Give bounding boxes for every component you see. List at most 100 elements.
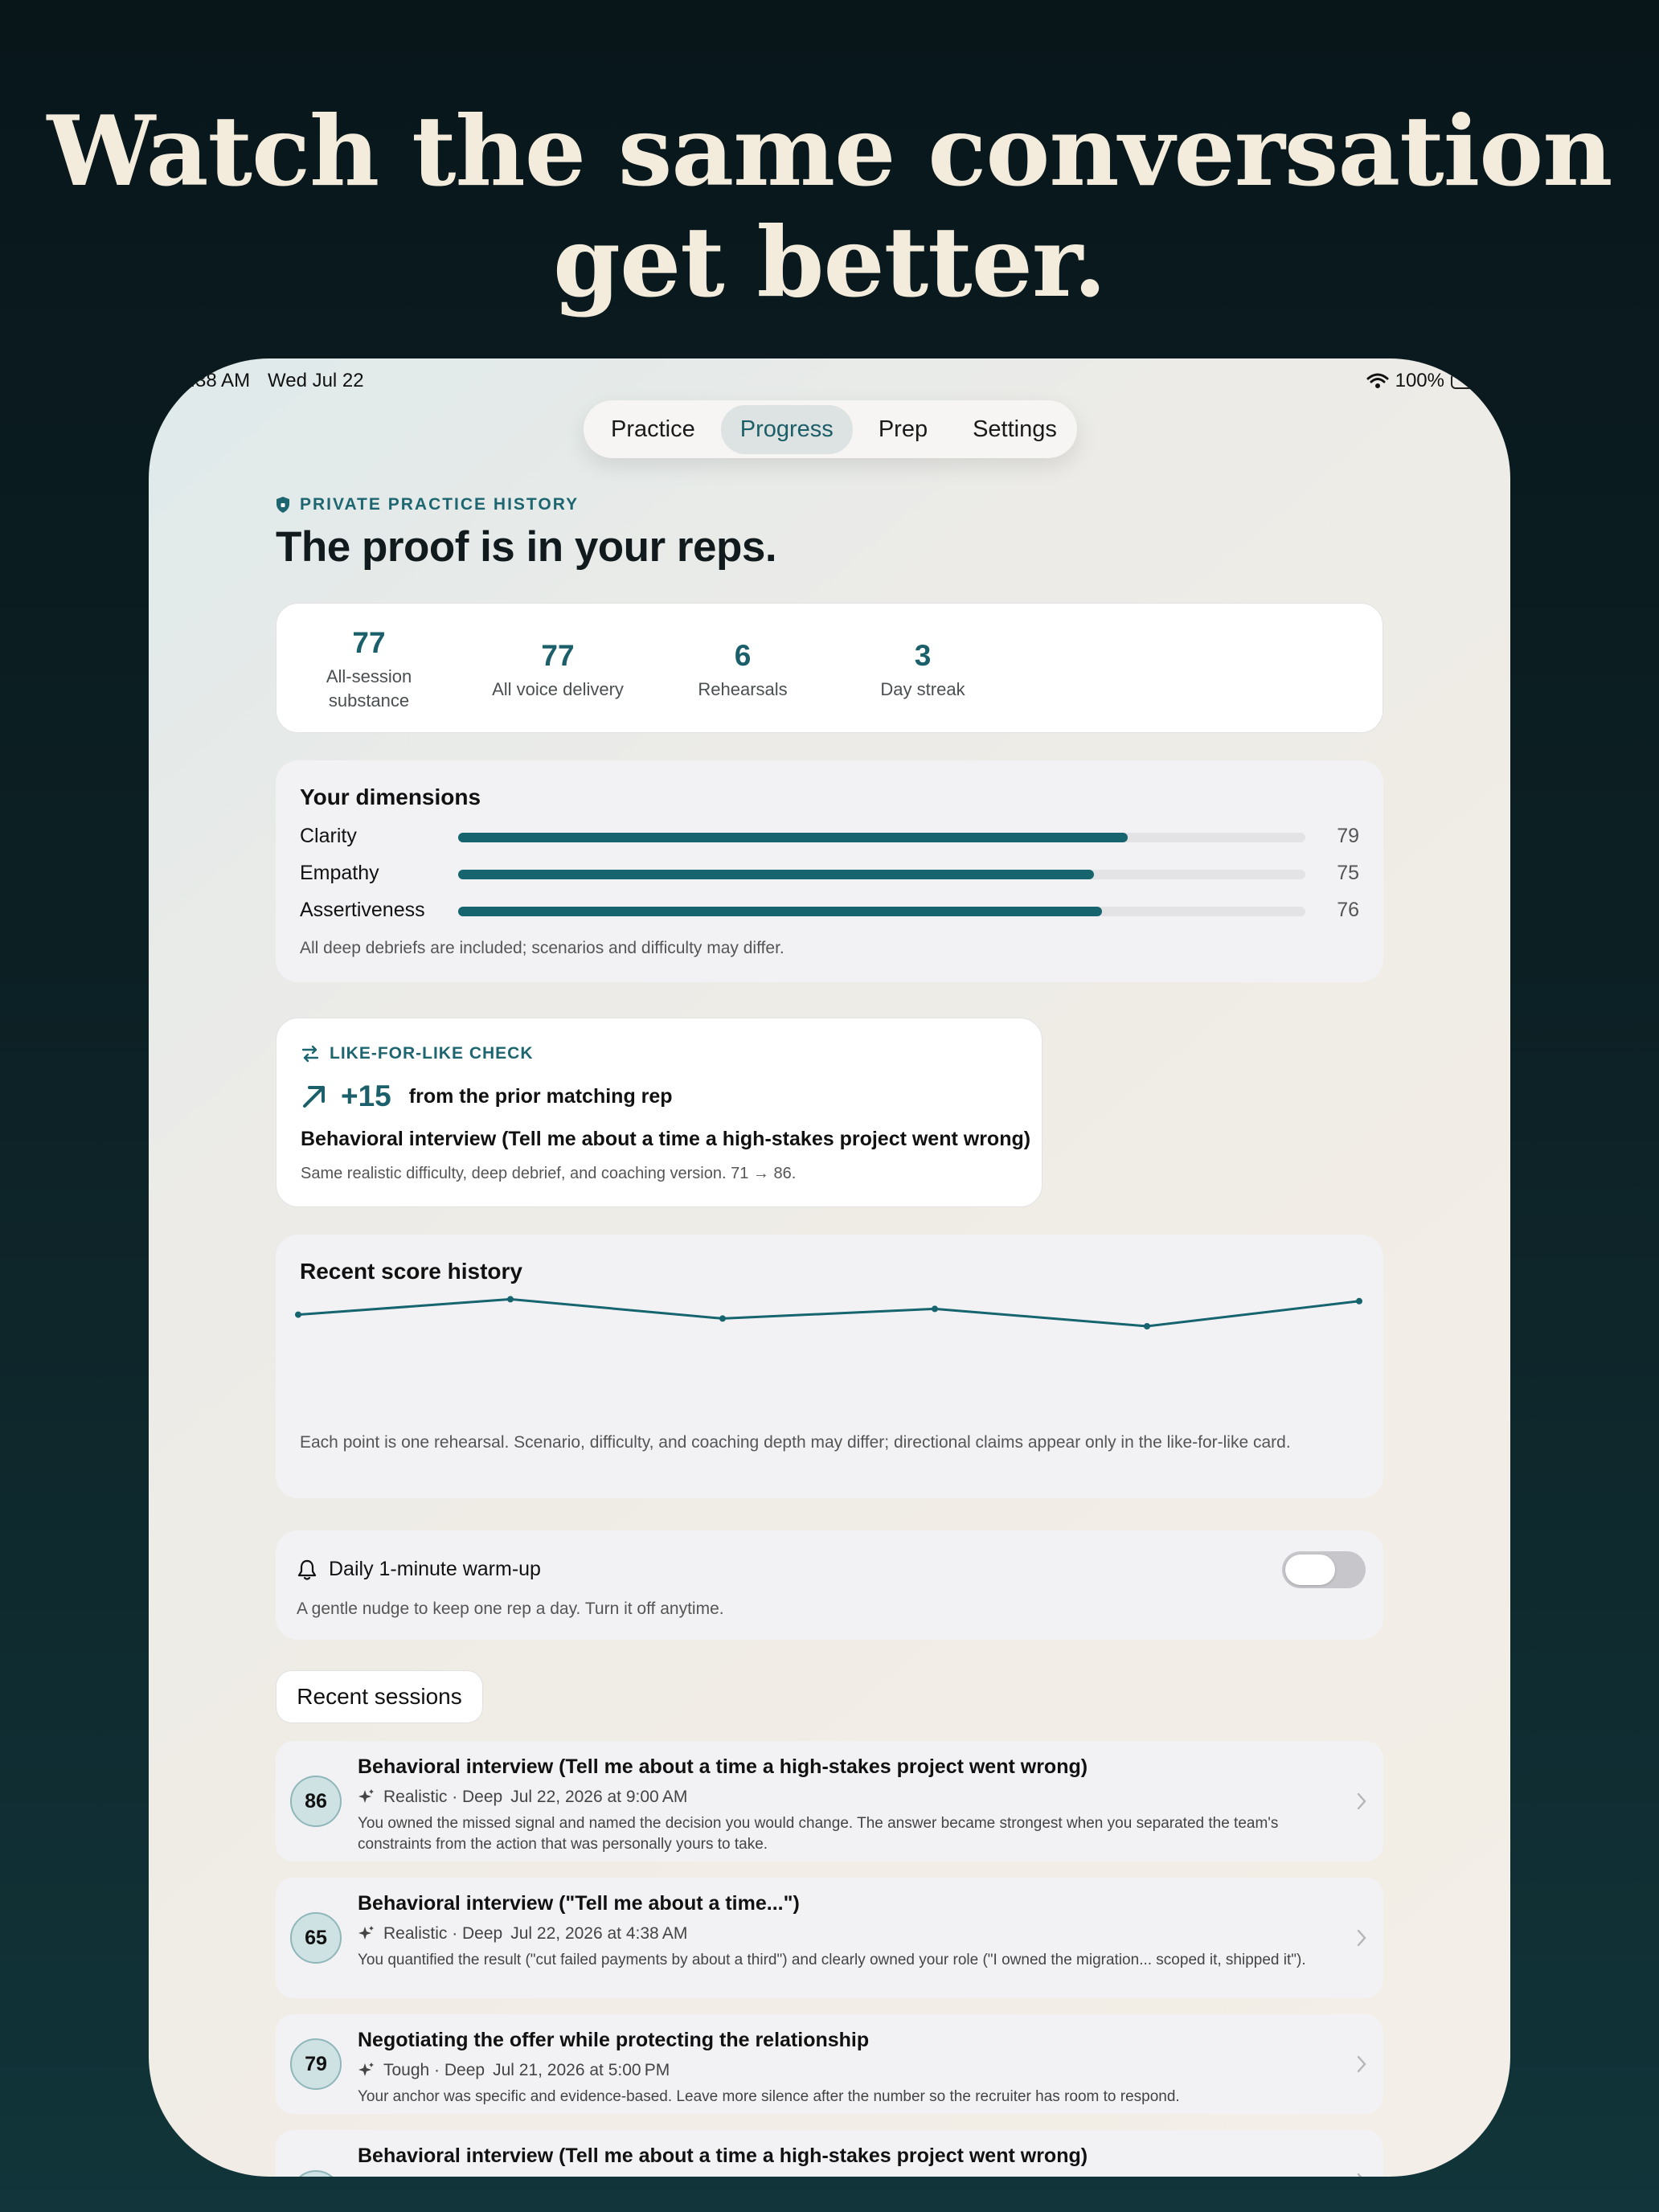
- bell-icon: [297, 1559, 317, 1580]
- stat-rehearsals: 6 Rehearsals: [678, 639, 807, 702]
- dimension-row-assertiveness: Assertiveness 76: [300, 895, 1359, 928]
- chevron-right-icon: [1357, 2173, 1362, 2177]
- dimension-track: [458, 907, 1305, 916]
- score-history-chart: [295, 1296, 1362, 1329]
- warmup-title: Daily 1-minute warm-up: [297, 1558, 541, 1581]
- session-summary: Your anchor was specific and evidence-ba…: [358, 2088, 1180, 2105]
- score-point-2: [507, 1296, 514, 1303]
- session-title: Negotiating the offer while protecting t…: [358, 2029, 870, 2051]
- dimension-fill: [458, 833, 1128, 842]
- stat-voice-delivery: 77 All voice delivery: [477, 639, 638, 702]
- wifi-icon: [1366, 373, 1389, 389]
- session-row[interactable]: 79 Negotiating the offer while protectin…: [276, 2014, 1383, 2114]
- stat-value: 77: [541, 639, 575, 672]
- score-point-6: [1356, 1297, 1362, 1305]
- dimensions-note: All deep debriefs are included; scenario…: [300, 939, 784, 957]
- recent-sessions-header: Recent sessions: [276, 1670, 483, 1723]
- session-meta: Realistic · Deep Jul 22, 2026 at 4:38 AM: [358, 1924, 687, 1944]
- score-badge: 86: [290, 1776, 342, 1827]
- dimension-name: Clarity: [300, 825, 357, 847]
- dimension-value: 75: [1337, 862, 1359, 884]
- headline-line-2: get better.: [553, 206, 1107, 319]
- like-for-like-delta: +15 from the prior matching rep: [301, 1079, 673, 1113]
- score-point-1: [295, 1311, 301, 1318]
- status-date: Wed Jul 22: [268, 370, 364, 391]
- stat-value: 77: [352, 626, 386, 659]
- dimension-value: 76: [1337, 899, 1359, 921]
- delta-value: +15: [341, 1079, 391, 1112]
- tablet-screen: 4:38 AM Wed Jul 22 100% Practice Progres…: [149, 358, 1510, 2177]
- session-title: Behavioral interview ("Tell me about a t…: [358, 1892, 800, 1915]
- marketing-headline: Watch the same conversation get better.: [0, 96, 1659, 318]
- warmup-title-text: Daily 1-minute warm-up: [329, 1558, 541, 1580]
- stat-value: 3: [914, 639, 932, 672]
- stat-day-streak: 3 Day streak: [858, 639, 987, 702]
- session-title: Behavioral interview (Tell me about a ti…: [358, 2144, 1088, 2167]
- session-summary: You owned the missed signal and named th…: [358, 1815, 1279, 1853]
- session-row[interactable]: 86 Behavioral interview (Tell me about a…: [276, 1741, 1383, 1862]
- like-for-like-note: Same realistic difficulty, deep debrief,…: [301, 1165, 797, 1182]
- progress-content: PRIVATE PRACTICE HISTORY The proof is in…: [276, 495, 1383, 2177]
- score-point-4: [932, 1305, 938, 1313]
- dimension-fill: [458, 870, 1094, 879]
- shield-icon: [276, 497, 289, 513]
- tab-progress[interactable]: Progress: [720, 404, 853, 454]
- stat-label: Rehearsals: [698, 679, 788, 699]
- dimensions-card: Your dimensions Clarity 79 Empathy 75 As…: [276, 760, 1383, 982]
- session-meta: Tough · Deep Jul 21, 2026 at 5:00 PM: [358, 2061, 670, 2080]
- toggle-knob: [1285, 1555, 1335, 1585]
- score-history-card: Recent score history Each point is one r…: [276, 1235, 1383, 1498]
- status-time: 4:38 AM: [179, 370, 251, 391]
- like-for-like-eyebrow-text: LIKE-FOR-LIKE CHECK: [330, 1044, 534, 1063]
- dimension-value: 79: [1337, 825, 1359, 847]
- tab-practice[interactable]: Practice: [592, 405, 715, 454]
- dimension-fill: [458, 907, 1103, 916]
- page-eyebrow: PRIVATE PRACTICE HISTORY: [276, 495, 1383, 514]
- score-badge: 65: [290, 1912, 342, 1964]
- battery-icon: [1451, 373, 1483, 389]
- tab-prep[interactable]: Prep: [859, 405, 947, 454]
- chevron-right-icon: [1357, 1929, 1366, 1947]
- stats-card: 77 All-session substance 77 All voice de…: [276, 603, 1383, 733]
- warmup-note: A gentle nudge to keep one rep a day. Tu…: [297, 1600, 724, 1618]
- session-meta: Realistic · Deep Jul 22, 2026 at 9:00 AM: [358, 1788, 687, 1807]
- tab-bar: Practice Progress Prep Settings: [584, 400, 1077, 458]
- score-series-line: [297, 1297, 1360, 1328]
- status-bar: 4:38 AM Wed Jul 22 100%: [149, 370, 1510, 402]
- arrow-up-right-icon: [303, 1086, 325, 1108]
- score-point-3: [719, 1315, 726, 1322]
- sparkle-icon: [358, 2062, 374, 2076]
- warmup-card: Daily 1-minute warm-up A gentle nudge to…: [276, 1530, 1383, 1640]
- dimension-track: [458, 833, 1305, 842]
- status-right: 100%: [1366, 370, 1483, 392]
- score-point-5: [1144, 1323, 1150, 1329]
- dimensions-title: Your dimensions: [300, 784, 481, 809]
- swap-arrows-icon: [301, 1045, 319, 1063]
- session-row[interactable]: 65 Behavioral interview ("Tell me about …: [276, 1878, 1383, 1998]
- headline-line-1: Watch the same conversation: [47, 95, 1612, 208]
- stat-label: Day streak: [880, 679, 965, 699]
- dimension-row-clarity: Clarity 79: [300, 821, 1359, 854]
- warmup-toggle[interactable]: [1282, 1551, 1366, 1588]
- score-badge: 79: [290, 2038, 342, 2090]
- stat-substance: 77 All-session substance: [309, 626, 429, 713]
- stat-value: 6: [734, 639, 752, 672]
- stat-label: All voice delivery: [492, 679, 624, 699]
- tab-settings[interactable]: Settings: [953, 405, 1076, 454]
- stat-label: All-session substance: [326, 666, 412, 711]
- session-row[interactable]: 71 Behavioral interview (Tell me about a…: [276, 2130, 1383, 2177]
- session-summary: You quantified the result ("cut failed p…: [358, 1952, 1306, 1968]
- chevron-right-icon: [1357, 1792, 1366, 1810]
- page-title: The proof is in your reps.: [276, 523, 777, 571]
- score-badge: 71: [290, 2170, 342, 2177]
- session-title: Behavioral interview (Tell me about a ti…: [358, 1755, 1088, 1778]
- dimension-track: [458, 870, 1305, 879]
- dimension-name: Assertiveness: [300, 899, 425, 921]
- like-for-like-title: Behavioral interview (Tell me about a ti…: [301, 1128, 1031, 1150]
- battery-percent: 100%: [1395, 370, 1444, 391]
- delta-text: from the prior matching rep: [408, 1084, 673, 1108]
- dimension-row-empathy: Empathy 75: [300, 858, 1359, 891]
- sparkle-icon: [358, 1789, 374, 1803]
- like-for-like-eyebrow: LIKE-FOR-LIKE CHECK: [301, 1044, 534, 1063]
- chevron-right-icon: [1357, 2055, 1366, 2073]
